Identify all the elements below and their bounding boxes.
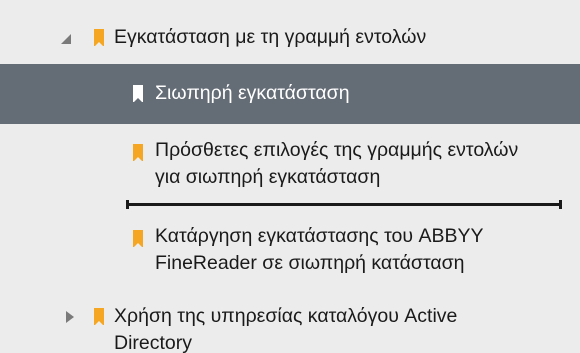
tree-item-label-line: για σιωπηρή εγκατάσταση bbox=[155, 166, 381, 188]
tree-item-label: Χρήση της υπηρεσίας καταλόγου Active Dir… bbox=[114, 303, 457, 353]
tree-item-label-line: Κατάργηση εγκατάστασης του ABBYY bbox=[155, 225, 484, 247]
tree-item-active-directory[interactable]: Χρήση της υπηρεσίας καταλόγου Active Dir… bbox=[0, 298, 580, 353]
bookmark-icon bbox=[94, 308, 104, 326]
tree-item-label-line: FineReader σε σιωπηρή κατάσταση bbox=[155, 252, 465, 274]
bookmark-icon bbox=[94, 29, 104, 47]
bookmark-icon bbox=[133, 230, 143, 248]
collapsed-triangle-icon[interactable] bbox=[64, 311, 76, 323]
tree-item-silent-uninstall[interactable]: Κατάργηση εγκατάστασης του ABBYY FineRea… bbox=[0, 217, 580, 279]
tree-item-label: Σιωπηρή εγκατάσταση bbox=[155, 82, 350, 104]
toc-tree-panel: Εγκατάσταση με τη γραμμή εντολών Σιωπηρή… bbox=[0, 0, 580, 353]
tree-item-label-line: Directory bbox=[114, 332, 193, 353]
bookmark-icon bbox=[133, 85, 143, 103]
tree-item-label: Κατάργηση εγκατάστασης του ABBYY FineRea… bbox=[155, 223, 483, 277]
tree-item-additional-options[interactable]: Πρόσθετες επιλογές της γραμμής εντολών γ… bbox=[0, 132, 580, 194]
drop-position-indicator bbox=[126, 200, 562, 209]
tree-item-label: Εγκατάσταση με τη γραμμή εντολών bbox=[114, 26, 427, 48]
tree-item-silent-install[interactable]: Σιωπηρή εγκατάσταση bbox=[0, 64, 580, 124]
tree-item-command-line-install[interactable]: Εγκατάσταση με τη γραμμή εντολών bbox=[0, 18, 580, 58]
tree-item-label: Πρόσθετες επιλογές της γραμμής εντολών γ… bbox=[155, 137, 518, 191]
expanded-triangle-icon[interactable] bbox=[60, 33, 72, 45]
bookmark-icon bbox=[133, 144, 143, 162]
tree-item-label-line: Χρήση της υπηρεσίας καταλόγου Active bbox=[114, 305, 458, 327]
tree-item-label-line: Πρόσθετες επιλογές της γραμμής εντολών bbox=[155, 139, 519, 161]
